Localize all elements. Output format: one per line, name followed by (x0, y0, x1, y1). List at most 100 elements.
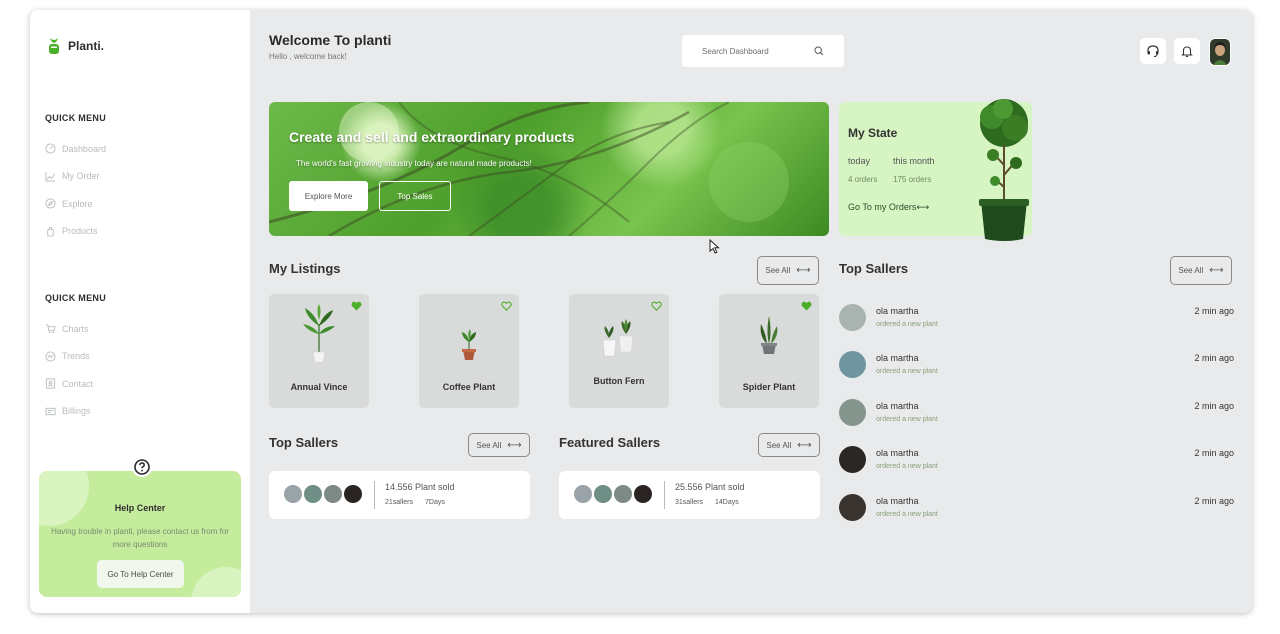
arrow-icon: ⟷ (796, 265, 811, 276)
sidebar-item-trends[interactable]: Trends (45, 343, 93, 371)
sidebar-item-my-order[interactable]: My Order (45, 163, 106, 191)
seller-time: 2 min ago (1194, 401, 1234, 411)
listing-card[interactable]: Annual Vince (269, 294, 369, 408)
help-text: Having trouble in planti, please contact… (51, 527, 229, 549)
listing-card[interactable]: Spider Plant (719, 294, 819, 408)
help-center-card: Help Center Having trouble in planti, pl… (39, 471, 241, 597)
search-placeholder: Search Dashboard (702, 46, 769, 56)
quick-menu-2: Charts Trends Contact Billings (45, 315, 93, 425)
avatar (839, 304, 866, 331)
support-button[interactable] (1140, 38, 1166, 64)
page-subtitle: Hello , welcome back! (269, 52, 347, 61)
seller-action: ordered a new plant (876, 416, 938, 423)
plants-sold: 25.556 Plant sold (675, 482, 745, 492)
month-value: 175 orders (893, 175, 932, 184)
avatar (324, 485, 342, 503)
heart-icon[interactable] (501, 301, 512, 311)
sidebar-item-label: Dashboard (62, 143, 107, 154)
sidebar-item-dashboard[interactable]: Dashboard (45, 135, 106, 163)
notifications-button[interactable] (1174, 38, 1200, 64)
seller-row[interactable]: ola martha ordered a new plant 2 min ago (839, 494, 1234, 524)
sidebar-item-contact[interactable]: Contact (45, 370, 93, 398)
go-to-orders-link[interactable]: Go To my Orders⟷ (848, 202, 929, 213)
top-sales-button[interactable]: Top Sales (379, 181, 451, 211)
seller-avatars (284, 485, 362, 503)
seller-action: ordered a new plant (876, 511, 938, 518)
sidebar-item-label: Billings (62, 406, 91, 417)
plant-image (462, 329, 476, 360)
seller-row[interactable]: ola martha ordered a new plant 2 min ago (839, 304, 1234, 334)
quick-menu-title: QUICK MENU (45, 113, 106, 123)
sellers-count: 31sallers (675, 499, 704, 506)
seller-time: 2 min ago (1194, 496, 1234, 506)
seller-time: 2 min ago (1194, 448, 1234, 458)
state-title: My State (848, 126, 898, 140)
listing-card[interactable]: Coffee Plant (419, 294, 519, 408)
top-sellers-small-see-all-button[interactable]: See All ⟷ (468, 433, 530, 457)
sidebar-item-label: Trends (62, 351, 90, 362)
seller-name: ola martha (876, 496, 919, 506)
seller-row[interactable]: ola martha ordered a new plant 2 min ago (839, 446, 1234, 476)
seller-name: ola martha (876, 353, 919, 363)
hand-icon (47, 226, 54, 237)
seller-row[interactable]: ola martha ordered a new plant 2 min ago (839, 351, 1234, 381)
see-all-label: See All (1178, 266, 1204, 275)
quick-menu-1: Dashboard My Order Explore Products (45, 135, 106, 245)
seller-action: ordered a new plant (876, 463, 938, 470)
page-title: Welcome To planti (269, 32, 392, 48)
user-avatar[interactable] (1209, 38, 1231, 66)
see-all-label: See All (765, 266, 791, 275)
listing-name: Button Fern (593, 376, 645, 386)
sidebar-item-label: Contact (62, 378, 94, 389)
brand-name: Planti. (68, 39, 105, 53)
see-all-label: See All (766, 440, 792, 450)
avatar (614, 485, 632, 503)
sidebar-item-explore[interactable]: Explore (45, 190, 106, 218)
hero-banner: Create and sell and extraordinary produc… (269, 102, 829, 236)
seller-action: ordered a new plant (876, 321, 938, 328)
billing-icon (45, 407, 56, 415)
brand[interactable]: Planti. (47, 37, 104, 55)
divider (374, 481, 375, 509)
sidebar-item-label: Explore (62, 198, 93, 209)
mouse-cursor-icon (709, 239, 720, 254)
seller-time: 2 min ago (1194, 353, 1234, 363)
plant-image (760, 316, 778, 354)
listing-card[interactable]: Button Fern (569, 294, 669, 408)
seller-name: ola martha (876, 401, 919, 411)
quick-menu-title-2: QUICK MENU (45, 293, 106, 303)
featured-sellers-see-all-button[interactable]: See All ⟷ (758, 433, 820, 457)
today-label: today (848, 156, 871, 166)
period-days: 7Days (425, 499, 445, 506)
hero-subtitle: The world's fast growing industry today … (296, 159, 532, 168)
help-center-button[interactable]: Go To Help Center (97, 560, 184, 588)
seller-name: ola martha (876, 448, 919, 458)
heart-icon[interactable] (351, 301, 362, 311)
heart-icon[interactable] (651, 301, 662, 311)
sidebar-item-products[interactable]: Products (45, 218, 106, 246)
sidebar-item-billings[interactable]: Billings (45, 398, 93, 426)
chart-line-icon (45, 171, 56, 182)
top-sellers-title: Top Sallers (839, 261, 909, 276)
heart-icon[interactable] (801, 301, 812, 311)
headset-icon (1147, 45, 1159, 57)
hero-title: Create and sell and extraordinary produc… (289, 129, 575, 145)
plants-sold: 14.556 Plant sold (385, 482, 455, 492)
search-icon[interactable] (814, 46, 824, 56)
my-listings-title: My Listings (269, 261, 341, 276)
seller-row[interactable]: ola martha ordered a new plant 2 min ago (839, 399, 1234, 429)
bell-icon (1181, 46, 1193, 58)
divider (664, 481, 665, 509)
today-value: 4 orders (848, 175, 878, 184)
seller-avatars (574, 485, 652, 503)
top-sellers-summary-card[interactable]: 14.556 Plant sold 21sallers 7Days (269, 471, 530, 519)
featured-sellers-summary-card[interactable]: 25.556 Plant sold 31sallers 14Days (559, 471, 820, 519)
search-input[interactable]: Search Dashboard (682, 35, 844, 67)
top-sellers-see-all-button[interactable]: See All ⟷ (1170, 256, 1232, 285)
avatar (344, 485, 362, 503)
explore-more-button[interactable]: Explore More (289, 181, 368, 211)
sidebar-item-charts[interactable]: Charts (45, 315, 93, 343)
decor-circle (191, 567, 241, 597)
arrow-icon: ⟷ (797, 439, 812, 451)
listings-see-all-button[interactable]: See All ⟷ (757, 256, 819, 285)
